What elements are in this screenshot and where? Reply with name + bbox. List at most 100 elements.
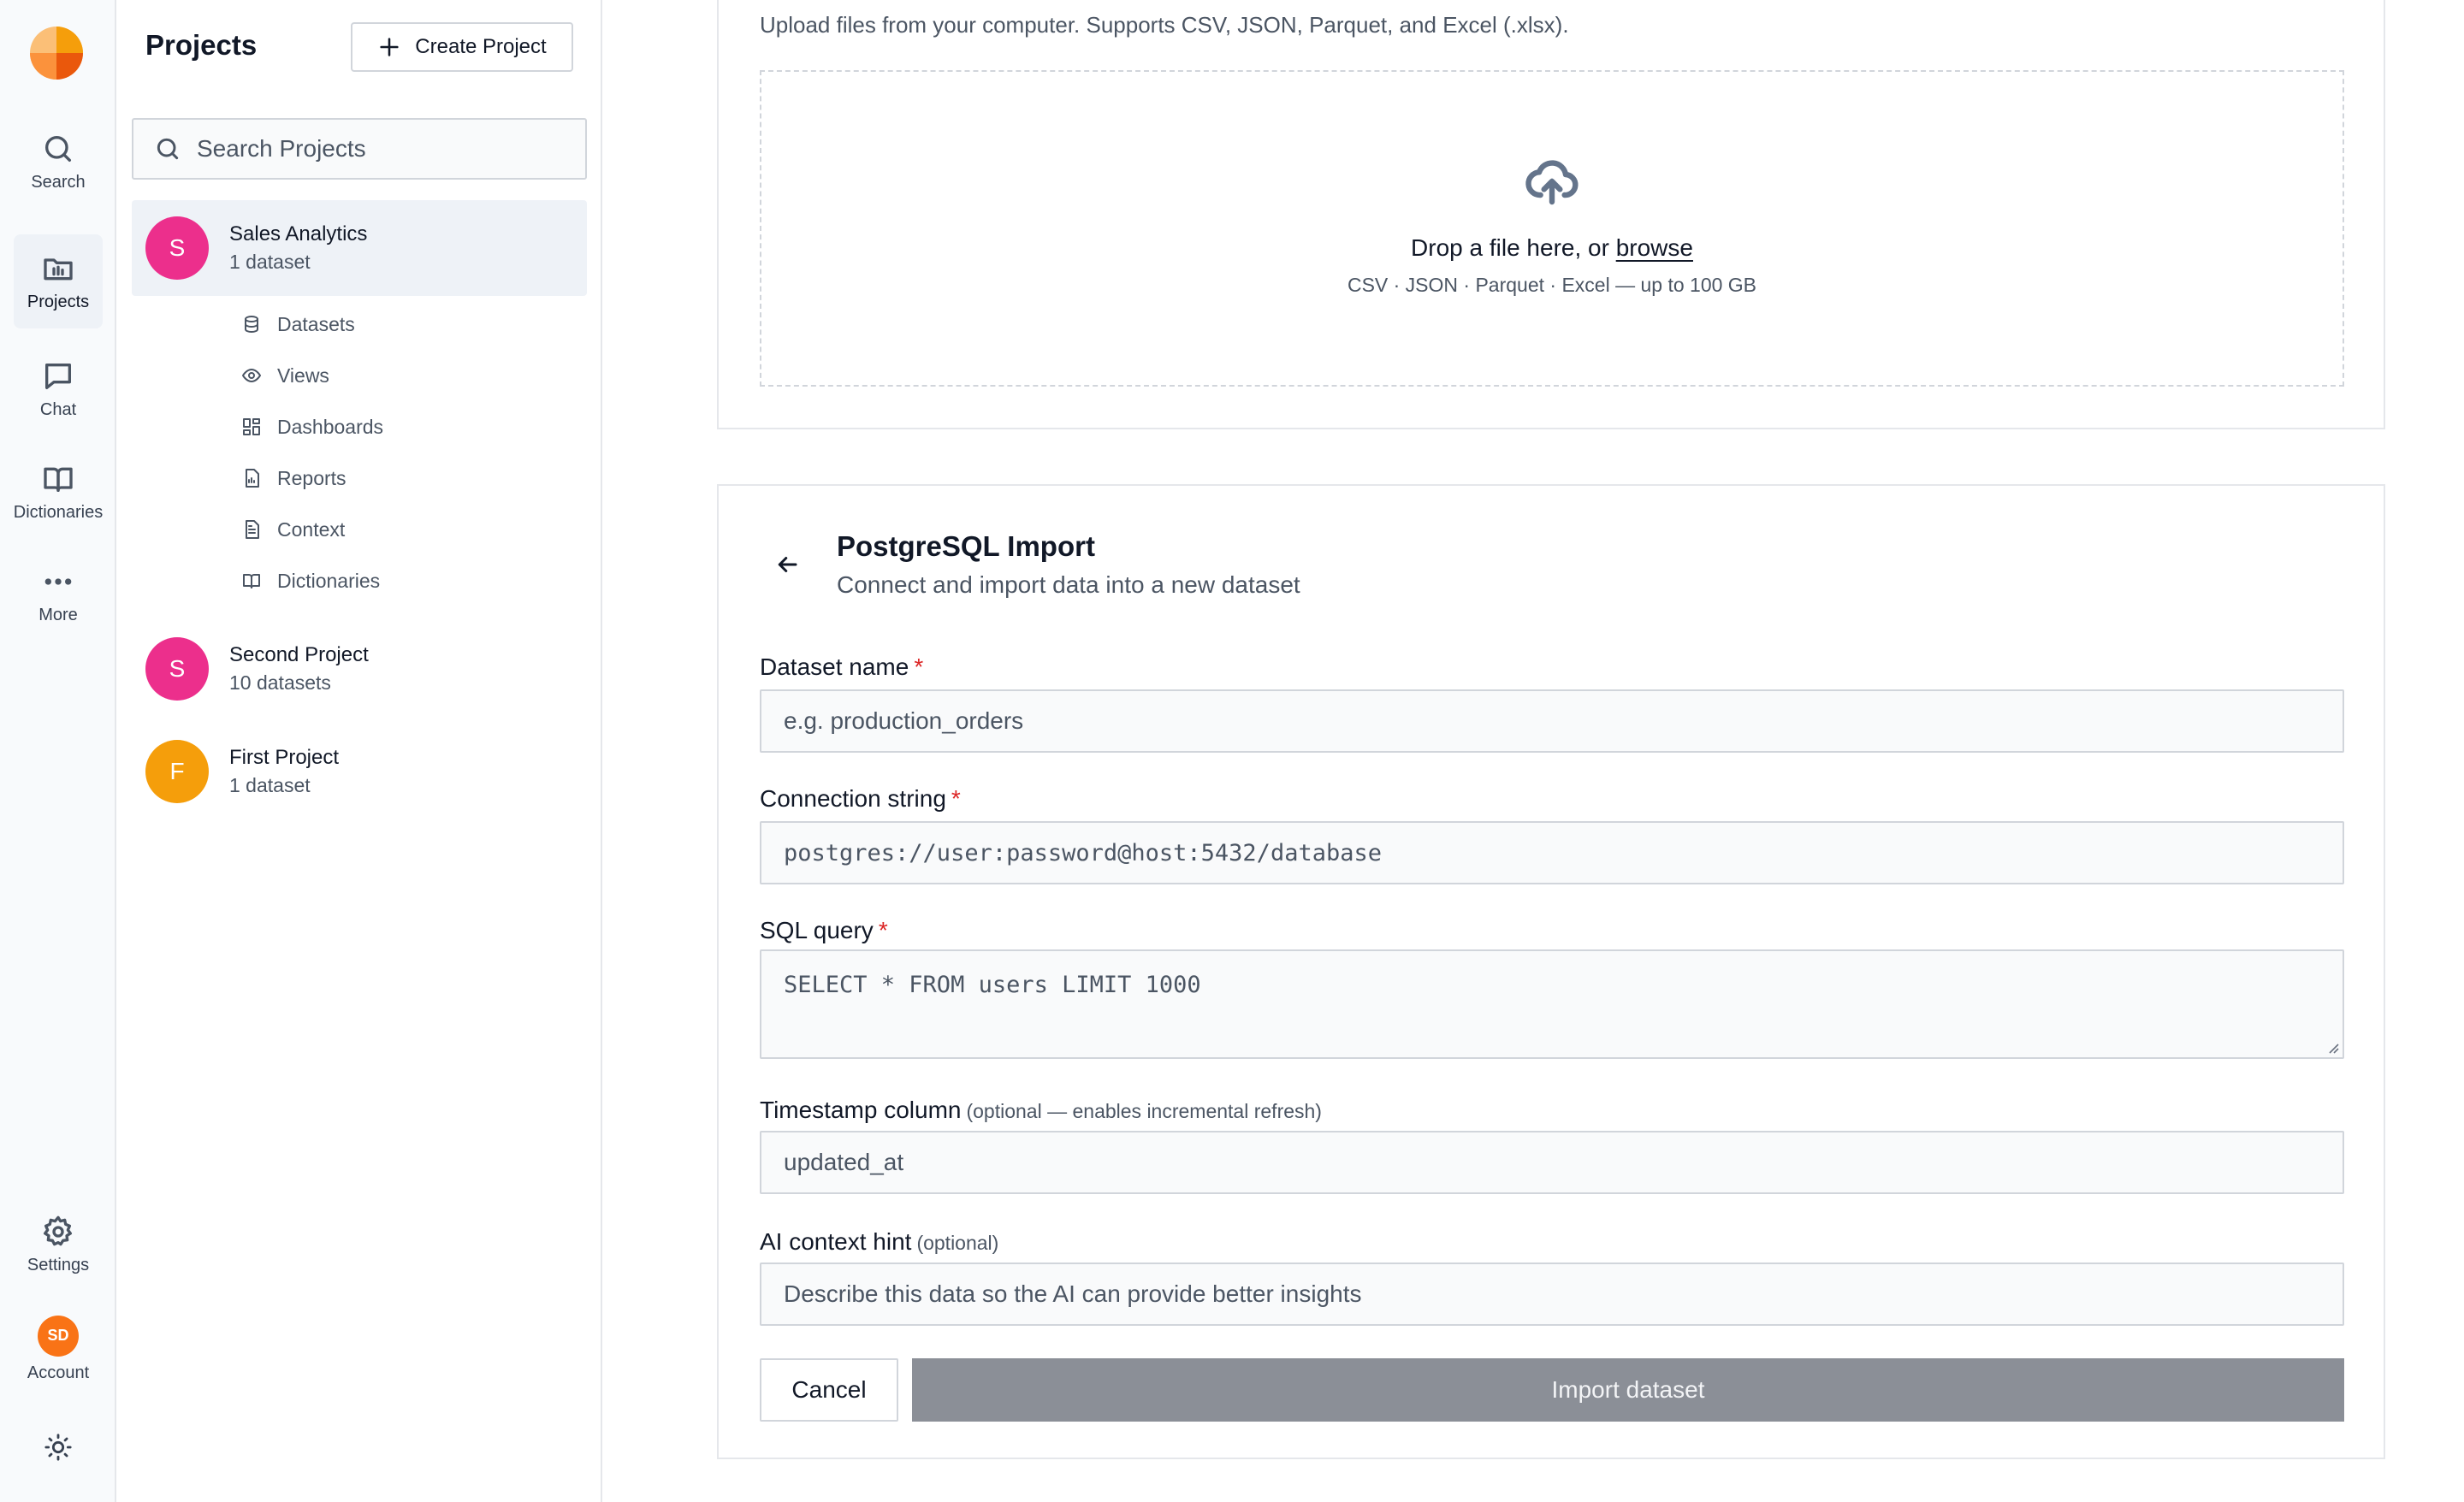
book-icon bbox=[243, 574, 260, 588]
rail-settings[interactable]: Settings bbox=[14, 1197, 103, 1292]
dashboard-icon bbox=[243, 418, 260, 435]
back-button[interactable] bbox=[770, 547, 804, 582]
drop-text: Drop a file here, or bbox=[1411, 234, 1609, 261]
database-icon bbox=[245, 316, 258, 333]
project-name: Sales Analytics bbox=[229, 222, 368, 245]
ai-context-input[interactable]: Describe this data so the AI can provide… bbox=[760, 1263, 2344, 1326]
drop-text-line: Drop a file here, or browse bbox=[760, 234, 2344, 262]
left-rail: Search Projects Chat Dictionaries More S… bbox=[0, 0, 116, 1502]
resize-handle-icon[interactable] bbox=[2325, 1040, 2339, 1054]
plus-icon bbox=[380, 38, 399, 56]
import-title: PostgreSQL Import bbox=[837, 530, 1095, 562]
connection-string-placeholder: postgres://user:password@host:5432/datab… bbox=[784, 839, 1382, 866]
browse-link[interactable]: browse bbox=[1616, 234, 1693, 261]
projects-panel: Projects Create Project Search Projects … bbox=[116, 0, 602, 1502]
chat-icon bbox=[45, 363, 72, 389]
dataset-name-input[interactable]: e.g. production_orders bbox=[760, 689, 2344, 753]
rail-account-label: Account bbox=[27, 1363, 90, 1382]
search-icon bbox=[157, 138, 179, 160]
connection-string-label-text: Connection string bbox=[760, 785, 946, 812]
project-item-second-project[interactable]: S Second Project 10 datasets bbox=[132, 621, 587, 717]
report-icon bbox=[246, 469, 259, 488]
subnav-label: Views bbox=[277, 364, 329, 387]
more-icon bbox=[44, 577, 72, 585]
project-name: First Project bbox=[229, 746, 340, 769]
import-dataset-button[interactable]: Import dataset bbox=[912, 1358, 2344, 1422]
subnav-label: Dictionaries bbox=[277, 569, 381, 592]
rail-more[interactable]: More bbox=[14, 547, 103, 642]
folder-icon bbox=[44, 257, 73, 280]
project-meta: 10 datasets bbox=[229, 671, 331, 694]
project-item-sales-analytics[interactable]: S Sales Analytics 1 dataset bbox=[132, 200, 587, 296]
eye-icon bbox=[242, 369, 261, 382]
subnav-label: Reports bbox=[277, 466, 346, 489]
project-name: Second Project bbox=[229, 643, 369, 666]
subnav-datasets[interactable]: Datasets bbox=[241, 305, 355, 343]
ai-context-hint: (optional) bbox=[916, 1232, 999, 1254]
dataset-name-placeholder: e.g. production_orders bbox=[784, 707, 1024, 734]
subnav-reports[interactable]: Reports bbox=[241, 459, 346, 497]
rail-account[interactable]: SD Account bbox=[14, 1302, 103, 1396]
timestamp-column-input[interactable]: updated_at bbox=[760, 1131, 2344, 1194]
sql-query-textarea[interactable]: SELECT * FROM users LIMIT 1000 bbox=[760, 949, 2344, 1059]
rail-projects[interactable]: Projects bbox=[14, 234, 103, 328]
rail-search[interactable]: Search bbox=[14, 115, 103, 209]
app-logo[interactable] bbox=[29, 26, 84, 80]
ai-context-label-text: AI context hint bbox=[760, 1228, 912, 1255]
rail-settings-label: Settings bbox=[27, 1255, 90, 1274]
subnav-label: Dashboards bbox=[277, 415, 384, 438]
subnav-label: Datasets bbox=[277, 312, 355, 335]
timestamp-column-placeholder: updated_at bbox=[784, 1149, 904, 1175]
project-meta: 1 dataset bbox=[229, 251, 311, 273]
rail-dictionaries-label: Dictionaries bbox=[13, 502, 104, 522]
project-meta: 1 dataset bbox=[229, 774, 311, 796]
search-projects-input[interactable]: Search Projects bbox=[132, 118, 587, 180]
cancel-button[interactable]: Cancel bbox=[760, 1358, 898, 1422]
search-placeholder: Search Projects bbox=[197, 135, 366, 162]
document-icon bbox=[246, 520, 259, 539]
rail-chat[interactable]: Chat bbox=[14, 342, 103, 436]
cloud-upload-icon bbox=[1525, 154, 1579, 209]
arrow-left-icon bbox=[778, 557, 797, 572]
subnav-label: Context bbox=[277, 517, 346, 541]
subnav-context[interactable]: Context bbox=[241, 511, 345, 548]
dataset-name-label: Dataset name * bbox=[760, 653, 923, 681]
project-avatar: S bbox=[145, 216, 209, 280]
account-avatar: SD bbox=[38, 1315, 79, 1357]
theme-toggle[interactable] bbox=[38, 1427, 79, 1468]
supported-formats: CSV · JSON · Parquet · Excel — up to 100… bbox=[1347, 274, 1757, 296]
subnav-dictionaries[interactable]: Dictionaries bbox=[241, 562, 380, 600]
gear-icon bbox=[44, 1215, 73, 1245]
ai-context-label: AI context hint (optional) bbox=[760, 1228, 998, 1256]
project-avatar: S bbox=[145, 637, 209, 701]
rail-search-label: Search bbox=[31, 172, 86, 192]
rail-dictionaries[interactable]: Dictionaries bbox=[14, 445, 103, 539]
file-dropzone[interactable] bbox=[760, 70, 2344, 387]
required-mark: * bbox=[951, 785, 961, 812]
subnav-dashboards[interactable]: Dashboards bbox=[241, 408, 383, 446]
connection-string-label: Connection string * bbox=[760, 785, 961, 813]
project-item-first-project[interactable]: F First Project 1 dataset bbox=[132, 724, 587, 819]
panel-title: Projects bbox=[145, 29, 258, 61]
search-icon bbox=[45, 135, 72, 162]
sql-query-label-text: SQL query bbox=[760, 917, 874, 943]
book-icon bbox=[44, 467, 73, 492]
create-project-button[interactable]: Create Project bbox=[351, 22, 573, 72]
dataset-name-label-text: Dataset name bbox=[760, 653, 909, 680]
project-avatar: F bbox=[145, 740, 209, 803]
sql-query-placeholder: SELECT * FROM users LIMIT 1000 bbox=[784, 972, 1201, 998]
rail-more-label: More bbox=[38, 605, 78, 624]
required-mark: * bbox=[914, 653, 924, 680]
rail-chat-label: Chat bbox=[39, 399, 77, 419]
import-subtitle: Connect and import data into a new datas… bbox=[837, 571, 1300, 598]
connection-string-input[interactable]: postgres://user:password@host:5432/datab… bbox=[760, 821, 2344, 884]
timestamp-column-hint: (optional — enables incremental refresh) bbox=[966, 1100, 1322, 1122]
subnav-views[interactable]: Views bbox=[241, 357, 329, 394]
timestamp-column-label: Timestamp column (optional — enables incr… bbox=[760, 1097, 1322, 1124]
required-mark: * bbox=[878, 917, 888, 943]
upload-description: Upload files from your computer. Support… bbox=[760, 12, 1569, 38]
ai-context-placeholder: Describe this data so the AI can provide… bbox=[784, 1280, 1362, 1307]
sql-query-label: SQL query * bbox=[760, 917, 888, 944]
sun-icon bbox=[44, 1434, 72, 1461]
timestamp-column-label-text: Timestamp column bbox=[760, 1097, 962, 1123]
